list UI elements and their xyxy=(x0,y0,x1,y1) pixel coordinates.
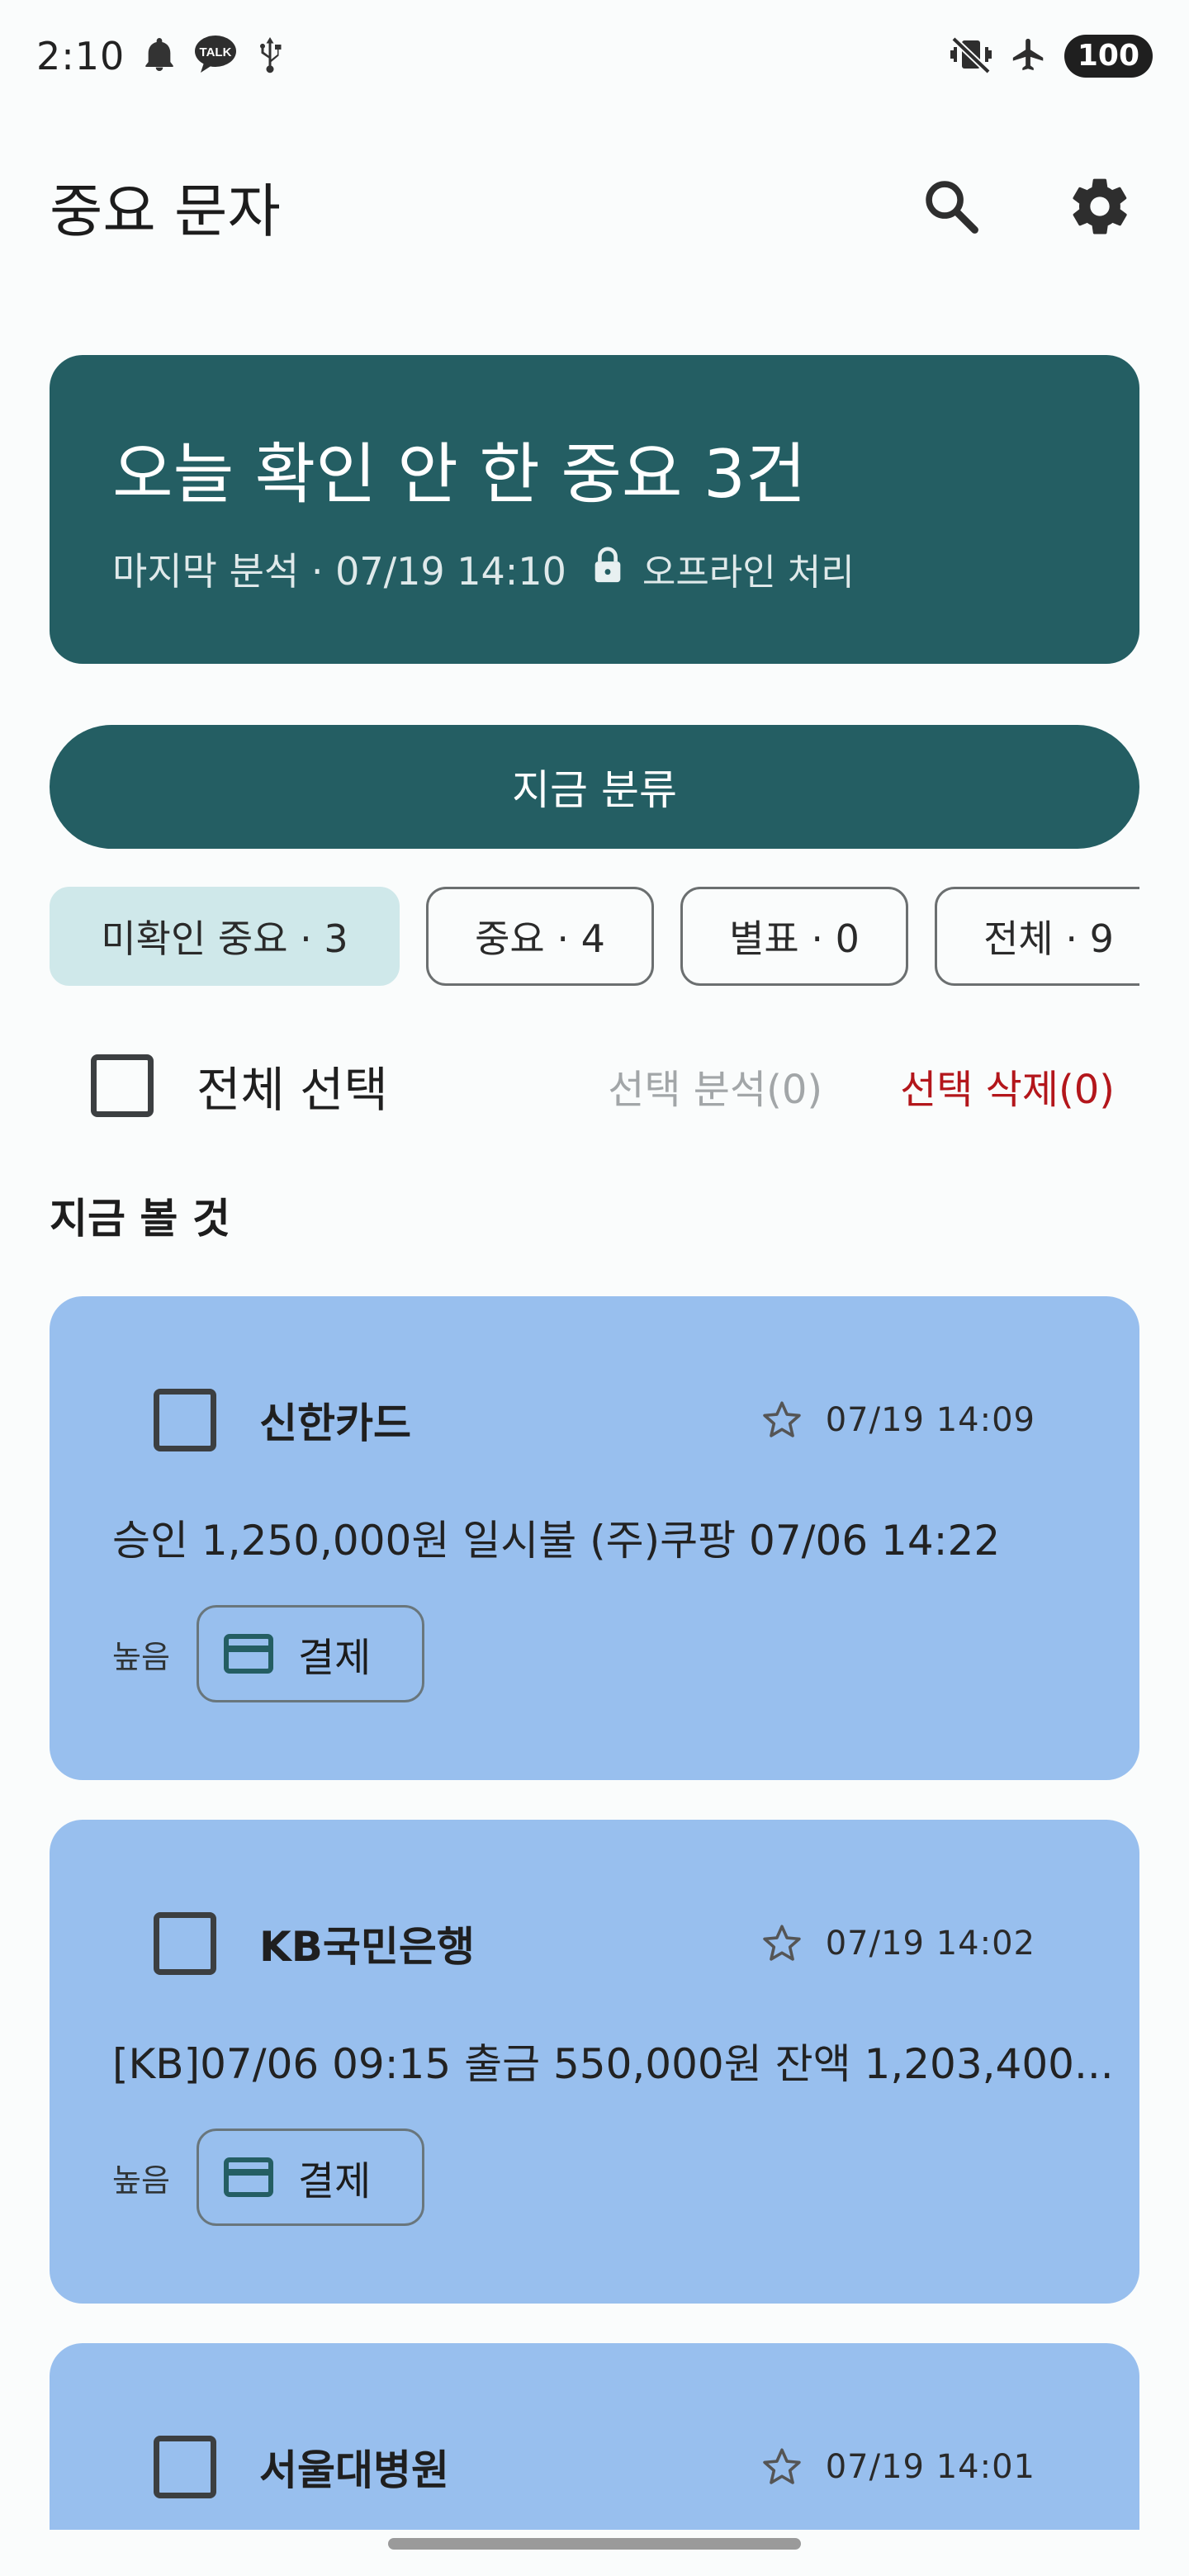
usb-icon xyxy=(255,35,285,78)
chip-starred[interactable]: 별표 · 0 xyxy=(680,887,908,986)
message-checkbox[interactable] xyxy=(154,1389,216,1451)
credit-card-icon xyxy=(223,1634,273,1674)
airplane-icon xyxy=(1010,36,1048,77)
vibrate-off-icon xyxy=(950,36,993,77)
analyze-selected-button[interactable]: 선택 분석(0) xyxy=(608,1057,822,1115)
category-chip[interactable]: 결제 xyxy=(196,2129,424,2226)
star-icon[interactable] xyxy=(760,2445,804,2489)
message-card[interactable]: KB국민은행 07/19 14:02 [KB]07/06 09:15 출금 55… xyxy=(50,1820,1139,2304)
filter-chips: 미확인 중요 · 3 중요 · 4 별표 · 0 전체 · 9 xyxy=(50,887,1139,986)
last-analysis-text: 마지막 분석 · 07/19 14:10 xyxy=(112,549,566,594)
category-label: 결제 xyxy=(297,1635,372,1681)
category-label: 결제 xyxy=(297,2158,372,2204)
chip-unread-important[interactable]: 미확인 중요 · 3 xyxy=(50,887,400,986)
message-time: 07/19 14:02 xyxy=(825,1925,1035,1963)
battery-indicator: 100 xyxy=(1063,35,1153,78)
classify-now-button[interactable]: 지금 분류 xyxy=(50,725,1139,849)
talk-badge-text: TALK xyxy=(200,45,232,59)
priority-label: 높음 xyxy=(112,1638,170,1675)
summary-card: 오늘 확인 안 한 중요 3건 마지막 분석 · 07/19 14:10 오프라… xyxy=(50,355,1139,664)
selection-row: 전체 선택 선택 분석(0) 선택 삭제(0) xyxy=(91,1049,1115,1123)
gear-icon[interactable] xyxy=(1060,167,1139,246)
delete-selected-button[interactable]: 선택 삭제(0) xyxy=(900,1057,1115,1115)
credit-card-icon xyxy=(223,2157,273,2197)
message-body: [KB]07/06 09:15 출금 550,000원 잔액 1,203,400… xyxy=(112,2040,1114,2088)
section-title: 지금 볼 것 xyxy=(50,1195,230,1243)
star-icon[interactable] xyxy=(760,1921,804,1966)
app-bar: 중요 문자 xyxy=(0,157,1189,256)
offline-text: 오프라인 처리 xyxy=(642,552,855,594)
priority-label: 높음 xyxy=(112,2162,170,2199)
summary-headline: 오늘 확인 안 한 중요 3건 xyxy=(112,436,807,513)
message-checkbox[interactable] xyxy=(154,1912,216,1975)
chip-important[interactable]: 중요 · 4 xyxy=(426,887,654,986)
bell-icon xyxy=(143,36,176,76)
message-sender: KB국민은행 xyxy=(259,1923,475,1971)
message-time: 07/19 14:01 xyxy=(825,2448,1035,2486)
message-sender: 신한카드 xyxy=(259,1399,411,1447)
lock-icon xyxy=(591,546,624,593)
navigation-bar xyxy=(0,2530,1189,2576)
summary-subline: 마지막 분석 · 07/19 14:10 오프라인 처리 xyxy=(112,542,855,596)
select-all-label[interactable]: 전체 선택 xyxy=(197,1051,608,1120)
star-icon[interactable] xyxy=(760,1398,804,1442)
message-sender: 서울대병원 xyxy=(259,2446,449,2494)
gesture-handle[interactable] xyxy=(388,2538,801,2550)
message-checkbox[interactable] xyxy=(154,2436,216,2498)
status-time: 2:10 xyxy=(36,34,126,78)
page-title: 중요 문자 xyxy=(50,177,281,245)
select-all-checkbox[interactable] xyxy=(91,1054,154,1117)
message-body: 승인 1,250,000원 일시불 (주)쿠팡 07/06 14:22 xyxy=(112,1517,1001,1565)
category-chip[interactable]: 결제 xyxy=(196,1605,424,1702)
message-card[interactable]: 신한카드 07/19 14:09 승인 1,250,000원 일시불 (주)쿠팡… xyxy=(50,1296,1139,1780)
chip-all[interactable]: 전체 · 9 xyxy=(935,887,1139,986)
talk-icon: TALK xyxy=(194,35,237,78)
search-icon[interactable] xyxy=(912,167,991,246)
status-bar: 2:10 TALK 100 xyxy=(0,0,1189,112)
message-time: 07/19 14:09 xyxy=(825,1401,1035,1439)
